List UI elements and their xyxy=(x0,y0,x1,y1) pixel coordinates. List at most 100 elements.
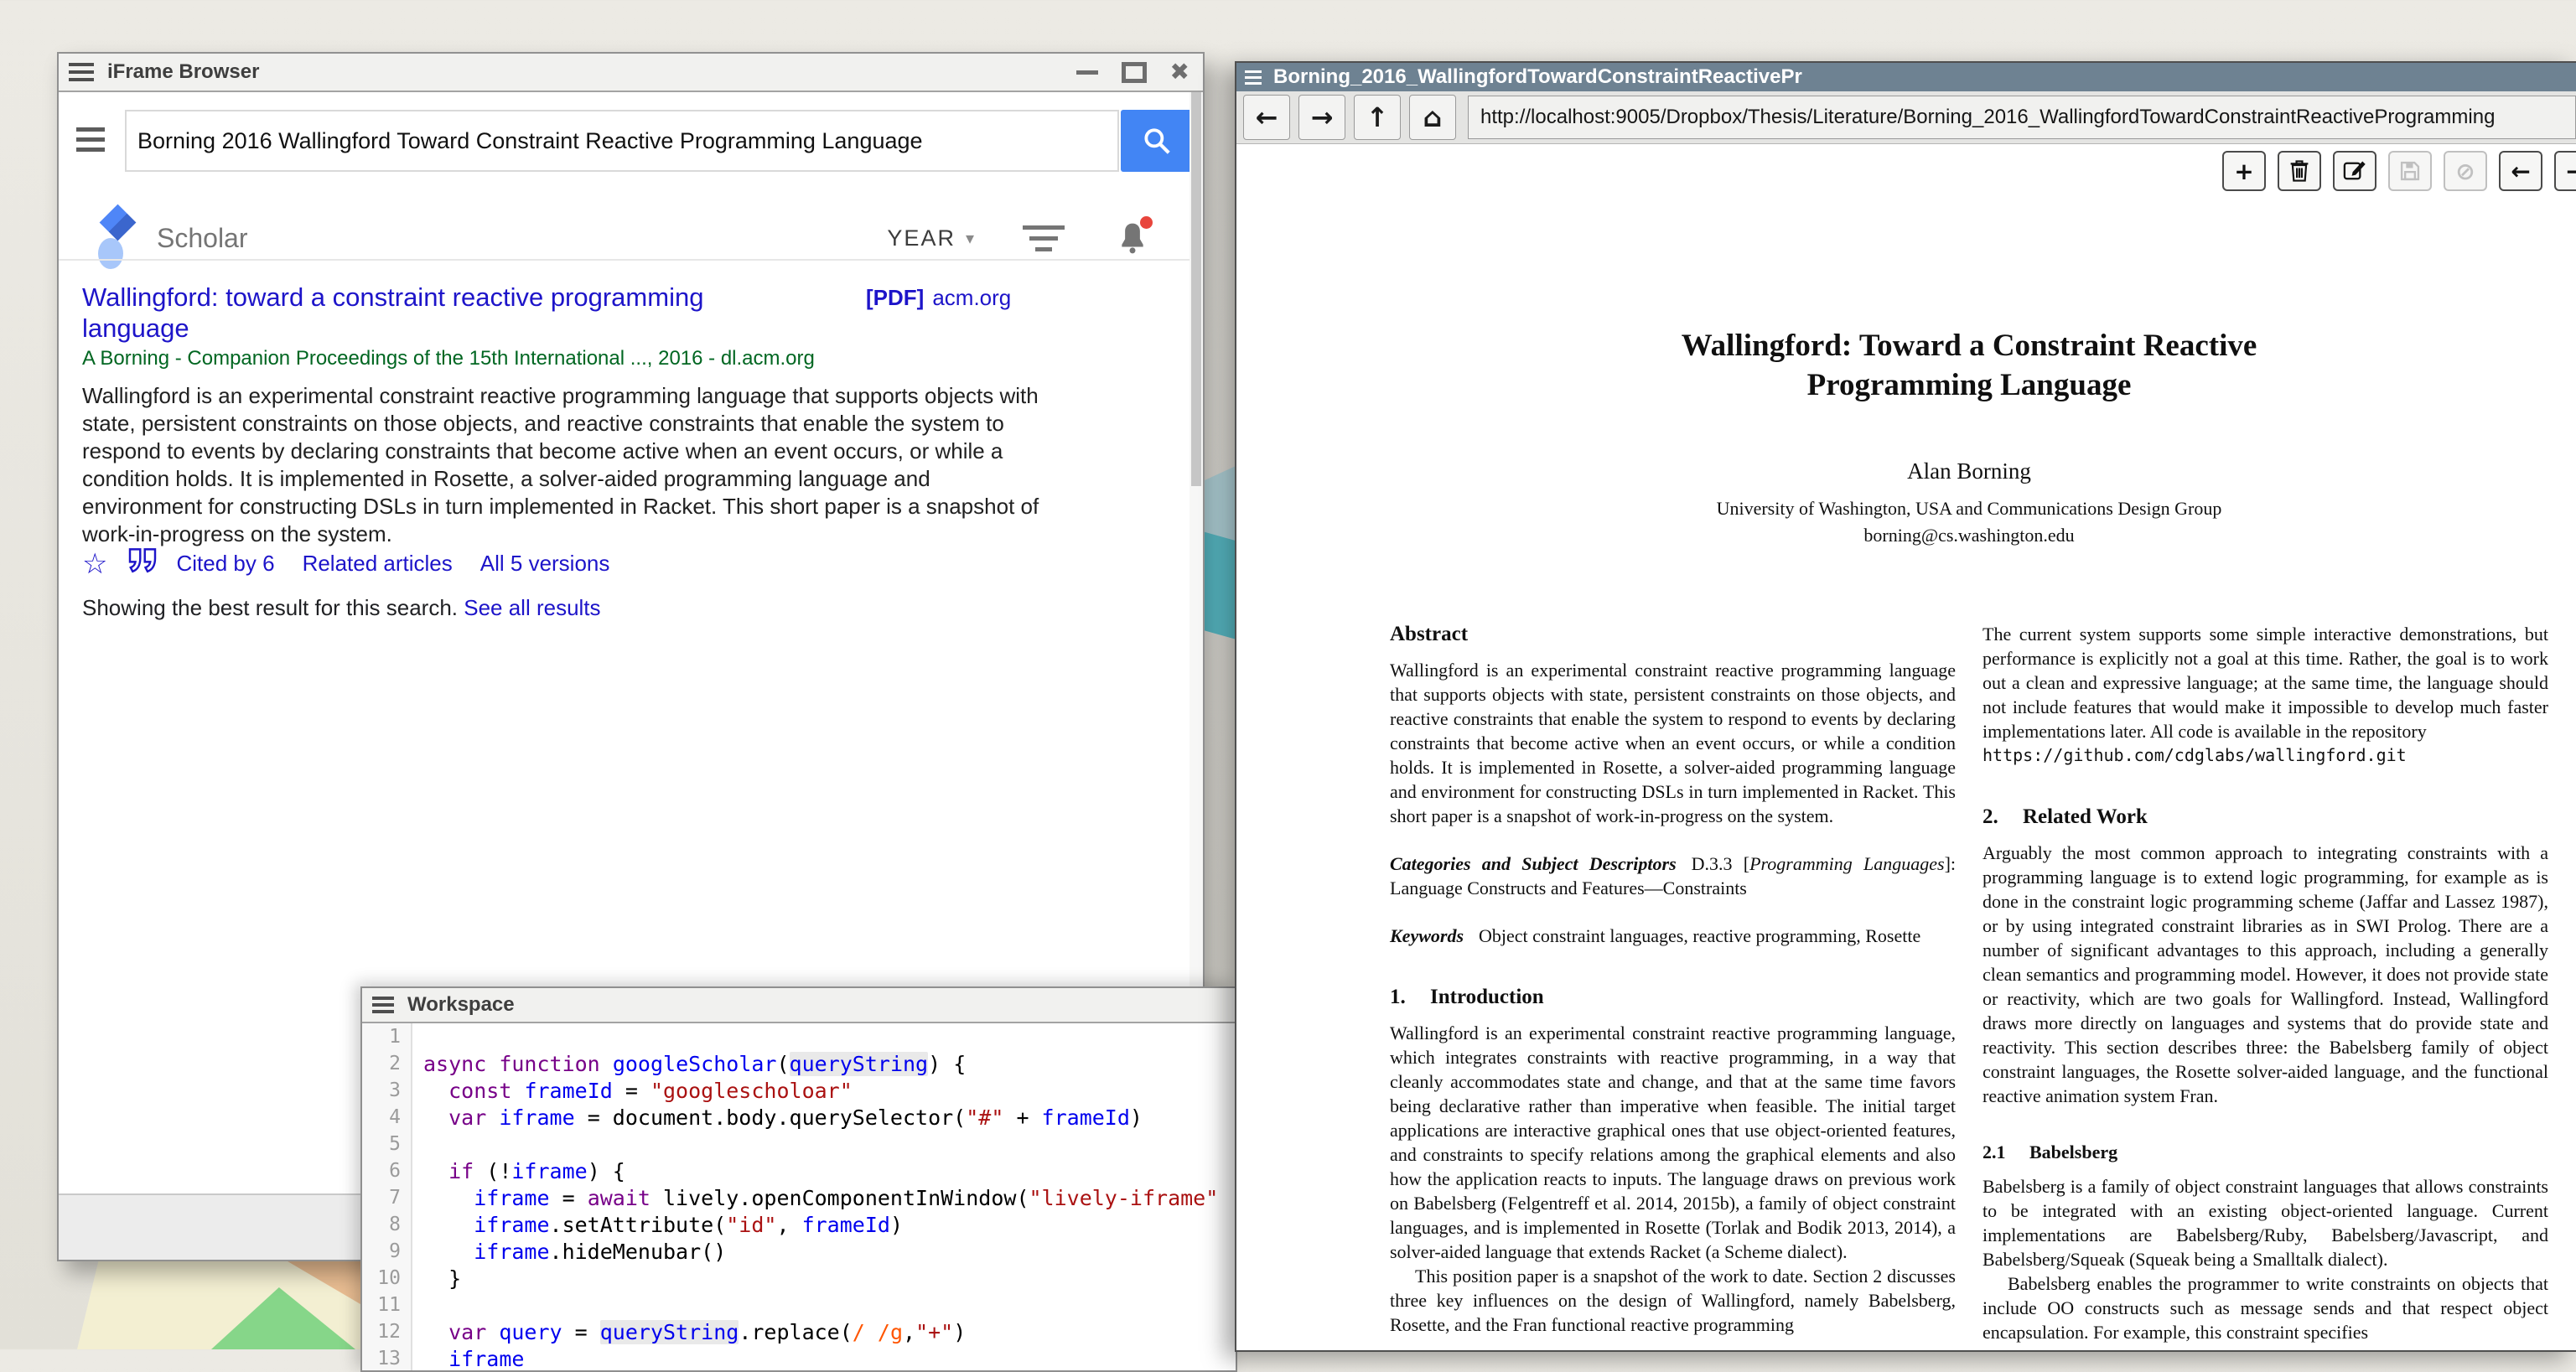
keywords-line: KeywordsObject constraint languages, rea… xyxy=(1390,924,1956,948)
home-button[interactable]: ⌂ xyxy=(1409,95,1456,140)
code-line[interactable]: 5 xyxy=(362,1131,1236,1157)
babelsberg-paragraph-2: Babelsberg enables the programmer to wri… xyxy=(1983,1271,2548,1344)
best-result-note: Showing the best result for this search.… xyxy=(82,595,601,621)
code-line[interactable]: 9 iframe.hideMenubar() xyxy=(362,1238,1236,1265)
related-work-heading: 2.Related Work xyxy=(1983,805,2548,829)
scholar-logo-icon[interactable] xyxy=(96,205,140,271)
minimize-button[interactable] xyxy=(1076,70,1098,75)
year-filter-dropdown[interactable]: YEAR xyxy=(887,225,956,251)
scrollbar-thumb[interactable] xyxy=(1191,92,1201,486)
code-line[interactable]: 12 var query = queryString.replace(/ /g,… xyxy=(362,1318,1236,1345)
browser-titlebar[interactable]: iFrame Browser ✖ xyxy=(59,54,1203,92)
window-menu-icon[interactable] xyxy=(69,63,94,81)
scholar-brand: Scholar xyxy=(157,223,248,254)
filter-icon[interactable] xyxy=(1023,225,1065,251)
search-icon xyxy=(1141,125,1173,157)
line-number: 3 xyxy=(362,1077,412,1104)
pdf-titlebar[interactable]: Borning_2016_WallingfordTowardConstraint… xyxy=(1236,63,2576,91)
code-line[interactable]: 1 xyxy=(362,1023,1236,1050)
floppy-save-icon xyxy=(2398,159,2422,183)
cancel-block-button[interactable]: ⊘ xyxy=(2444,151,2487,191)
code-text: var iframe = document.body.querySelector… xyxy=(412,1105,1143,1130)
code-line[interactable]: 11 xyxy=(362,1292,1236,1318)
code-line[interactable]: 8 iframe.setAttribute("id", frameId) xyxy=(362,1211,1236,1238)
see-all-results-link[interactable]: See all results xyxy=(464,595,600,620)
result-title-link[interactable]: Wallingford: toward a constraint reactiv… xyxy=(82,282,803,344)
line-number: 7 xyxy=(362,1184,412,1211)
babelsberg-heading: 2.1Babelsberg xyxy=(1983,1140,2548,1164)
code-line[interactable]: 3 const frameId = "googlescholoar" xyxy=(362,1077,1236,1104)
add-annotation-button[interactable]: + xyxy=(2222,151,2266,191)
code-line[interactable]: 6 if (!iframe) { xyxy=(362,1157,1236,1184)
workspace-title: Workspace xyxy=(407,993,515,1017)
close-button[interactable]: ✖ xyxy=(1170,60,1190,84)
code-line[interactable]: 10 } xyxy=(362,1265,1236,1292)
line-number: 11 xyxy=(362,1292,412,1318)
cited-by-link[interactable]: Cited by 6 xyxy=(176,551,274,577)
code-text: iframe = await lively.openComponentInWin… xyxy=(412,1186,1218,1210)
edit-pencil-icon xyxy=(2342,158,2367,184)
pdf-page[interactable]: Wallingford: Toward a Constraint Reactiv… xyxy=(1236,195,2576,1350)
window-title: iFrame Browser xyxy=(107,60,259,84)
header-divider xyxy=(59,259,1203,261)
paper-author: Alan Borning xyxy=(1390,458,2548,484)
up-button[interactable]: ↑ xyxy=(1354,95,1401,140)
paper-email: borning@cs.washington.edu xyxy=(1390,525,2548,546)
result-actions: ☆ Cited by 6 Related articles All 5 vers… xyxy=(82,548,609,579)
workspace-titlebar[interactable]: Workspace xyxy=(362,988,1236,1023)
search-button[interactable] xyxy=(1121,110,1192,172)
intro-paragraph-1: Wallingford is an experimental constrain… xyxy=(1390,1021,1956,1264)
address-bar[interactable]: http://localhost:9005/Dropbox/Thesis/Lit… xyxy=(1468,96,2576,139)
line-number: 6 xyxy=(362,1157,412,1184)
repo-url: https://github.com/cdglabs/wallingford.g… xyxy=(1983,743,2548,768)
line-number: 2 xyxy=(362,1050,412,1077)
page-next-button[interactable]: → xyxy=(2554,151,2576,191)
abstract-text: Wallingford is an experimental constrain… xyxy=(1390,658,1956,828)
abstract-heading: Abstract xyxy=(1390,622,1956,646)
paper-title: Wallingford: Toward a Constraint Reactiv… xyxy=(1625,326,2313,405)
line-number: 10 xyxy=(362,1265,412,1292)
code-text: iframe.setAttribute("id", frameId) xyxy=(412,1213,903,1237)
chevron-down-icon[interactable]: ▾ xyxy=(966,228,974,248)
related-articles-link[interactable]: Related articles xyxy=(303,551,453,577)
pdf-edit-toolbar: + ⊘ ← → xyxy=(1236,144,2576,196)
workspace-window: Workspace 12async function googleScholar… xyxy=(360,986,1237,1372)
code-text: if (!iframe) { xyxy=(412,1159,625,1183)
pdf-window-menu-icon[interactable] xyxy=(1245,70,1262,85)
cite-quote-icon[interactable] xyxy=(127,548,158,579)
code-editor[interactable]: 12async function googleScholar(queryStri… xyxy=(362,1023,1236,1370)
related-paragraph: Arguably the most common approach to int… xyxy=(1983,841,2548,1108)
notification-dot xyxy=(1140,216,1153,229)
code-line[interactable]: 7 iframe = await lively.openComponentInW… xyxy=(362,1184,1236,1211)
workspace-menu-icon[interactable] xyxy=(372,997,394,1013)
code-text: iframe xyxy=(412,1347,524,1371)
edit-button[interactable] xyxy=(2333,151,2376,191)
categories-line: Categories and Subject DescriptorsD.3.3 … xyxy=(1390,852,1956,900)
line-number: 1 xyxy=(362,1023,412,1050)
back-button[interactable]: ← xyxy=(1243,95,1290,140)
hamburger-menu-icon[interactable] xyxy=(76,127,105,152)
line-number: 9 xyxy=(362,1238,412,1265)
result-byline: A Borning - Companion Proceedings of the… xyxy=(82,347,815,370)
pdf-source-link[interactable]: [PDF]acm.org xyxy=(866,285,1011,311)
pdf-viewer-window: Borning_2016_WallingfordTowardConstraint… xyxy=(1235,61,2576,1352)
forward-button[interactable]: → xyxy=(1298,95,1345,140)
paper-left-column: Abstract Wallingford is an experimental … xyxy=(1390,622,1956,1344)
maximize-button[interactable] xyxy=(1122,62,1147,83)
code-line[interactable]: 2async function googleScholar(queryStrin… xyxy=(362,1050,1236,1077)
save-star-icon[interactable]: ☆ xyxy=(82,550,107,578)
line-number: 4 xyxy=(362,1104,412,1131)
code-line[interactable]: 4 var iframe = document.body.querySelect… xyxy=(362,1104,1236,1131)
page-previous-button[interactable]: ← xyxy=(2499,151,2542,191)
notifications-bell-icon[interactable] xyxy=(1117,220,1148,256)
save-button[interactable] xyxy=(2388,151,2432,191)
result-snippet: Wallingford is an experimental constrain… xyxy=(82,382,1055,548)
all-versions-link[interactable]: All 5 versions xyxy=(480,551,610,577)
line-number: 8 xyxy=(362,1211,412,1238)
line-number: 5 xyxy=(362,1131,412,1157)
introduction-heading: 1.Introduction xyxy=(1390,985,1956,1009)
code-text: const frameId = "googlescholoar" xyxy=(412,1079,853,1103)
delete-button[interactable] xyxy=(2278,151,2321,191)
search-input[interactable] xyxy=(125,110,1119,172)
right-paragraph-1: The current system supports some simple … xyxy=(1983,622,2548,743)
